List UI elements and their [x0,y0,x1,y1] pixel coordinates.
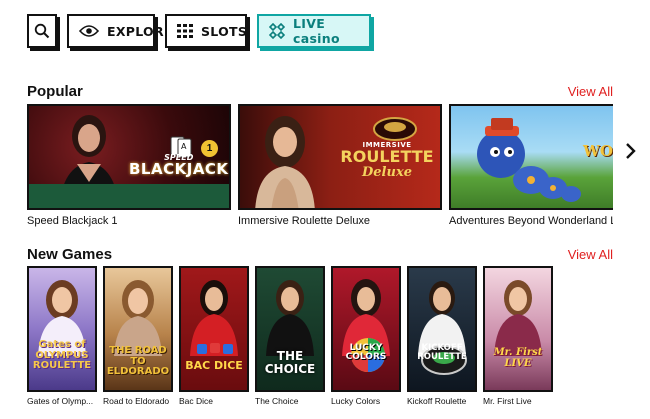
live-casino-tab[interactable]: LIVE casino [257,14,371,48]
new-games-heading: New Games [27,246,113,263]
game-card-the-choice[interactable]: THE CHOICE The Choice [255,266,325,406]
chevron-right-icon[interactable] [624,142,638,160]
dealer-image [114,280,162,356]
game-title: Bac Dice [179,396,214,406]
search-button[interactable] [27,14,57,48]
dealer-image [494,280,542,356]
new-games-view-all-link[interactable]: View All [568,247,613,262]
dice-icon [197,343,233,354]
game-card-mr-first-live[interactable]: Mr. First LIVE Mr. First Live [483,266,553,406]
game-logo: THE CHOICE [264,349,316,376]
eye-icon [79,24,99,38]
game-title: Gates of Olymp... [27,396,94,406]
game-logo: WONDER [583,142,613,160]
game-logo: SPEED BLACKJACK [129,153,229,179]
game-thumbnail: THE ROAD TO ELDORADO [103,266,173,392]
explore-tab[interactable]: EXPLORE [67,14,172,48]
explore-label: EXPLORE [107,23,173,39]
game-card-kickoff-roulette[interactable]: KICKOFF ROULETTE Kickoff Roulette [407,266,477,406]
slots-tab[interactable]: SLOTS [165,14,247,48]
roulette-wheel-icon [373,117,417,141]
search-icon [34,23,50,39]
game-logo: IMMERSIVE ROULETTE Deluxe [340,141,434,181]
caterpillar-image [477,118,581,202]
new-games-row: Gates of OLYMPUS ROULETTE Gates of Olymp… [27,266,627,411]
game-logo: KICKOFF ROULETTE [417,343,467,362]
game-thumbnail: BAC DICE [179,266,249,392]
game-logo: Gates of OLYMPUS ROULETTE [32,339,92,371]
game-title: Road to Eldorado [103,396,170,406]
game-logo: BAC DICE [185,359,243,372]
game-title: The Choice [255,396,299,406]
game-card-gates-of-olympus-roulette[interactable]: Gates of OLYMPUS ROULETTE Gates of Olymp… [27,266,97,406]
game-card-bac-dice[interactable]: BAC DICE Bac Dice [179,266,249,406]
game-card-lucky-colors[interactable]: LUCKY COLORS Lucky Colors [331,266,401,406]
game-card-adventures-beyond-wonderland[interactable]: WONDER Adventures Beyond Wonderland L [449,104,613,227]
dealer-image [266,280,314,356]
game-logo: LUCKY COLORS [345,343,387,363]
game-thumbnail: THE CHOICE [255,266,325,392]
popular-heading: Popular [27,83,83,100]
game-card-speed-blackjack[interactable]: A 1 SPEED BLACKJACK Speed Blackjack 1 [27,104,231,227]
game-title: Lucky Colors [331,396,381,406]
game-logo: THE ROAD TO ELDORADO [106,345,170,377]
game-title: Immersive Roulette Deluxe [238,215,371,227]
cards-icon [269,23,285,39]
live-casino-label: LIVE casino [293,16,340,46]
popular-view-all-link[interactable]: View All [568,84,613,99]
category-nav: EXPLORE SLOTS LIVE casino [27,14,371,48]
game-title: Mr. First Live [483,396,532,406]
dealer-image [255,116,315,208]
game-card-road-to-eldorado[interactable]: THE ROAD TO ELDORADO Road to Eldorado [103,266,173,406]
game-thumbnail: IMMERSIVE ROULETTE Deluxe [238,104,442,210]
svg-text:A: A [181,142,187,151]
game-title: Speed Blackjack 1 [27,215,118,227]
game-thumbnail: Mr. First LIVE [483,266,553,392]
game-title: Kickoff Roulette [407,396,467,406]
grid-icon [177,24,193,38]
popular-carousel: A 1 SPEED BLACKJACK Speed Blackjack 1 IM… [27,104,613,230]
game-thumbnail: KICKOFF ROULETTE [407,266,477,392]
game-thumbnail: WONDER [449,104,613,210]
game-thumbnail: Gates of OLYMPUS ROULETTE [27,266,97,392]
game-thumbnail: LUCKY COLORS [331,266,401,392]
game-card-immersive-roulette[interactable]: IMMERSIVE ROULETTE Deluxe Immersive Roul… [238,104,442,227]
slots-label: SLOTS [201,23,248,39]
game-thumbnail: A 1 SPEED BLACKJACK [27,104,231,210]
game-title: Adventures Beyond Wonderland L [449,215,613,227]
game-logo: Mr. First LIVE [493,347,543,369]
